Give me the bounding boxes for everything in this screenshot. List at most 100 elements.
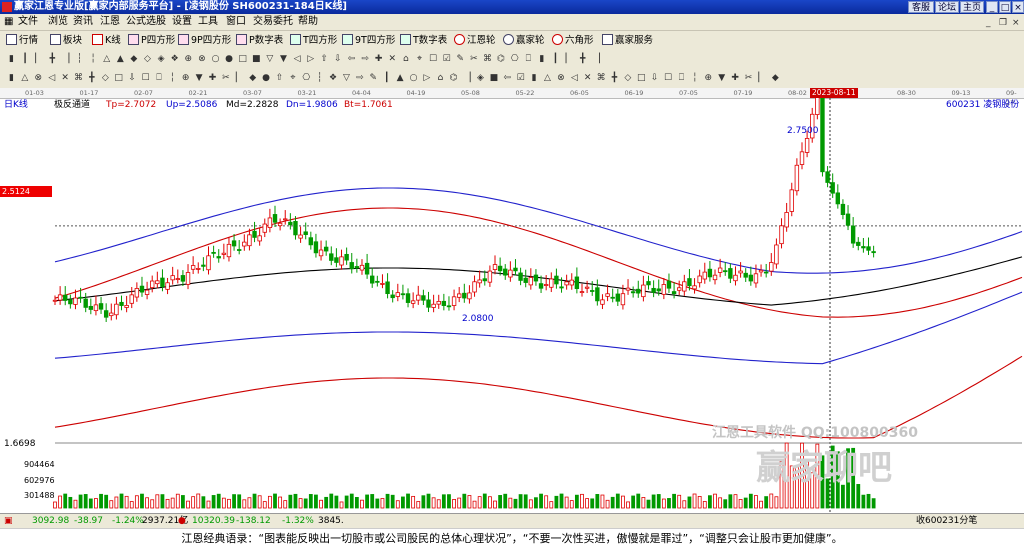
menu-settings[interactable]: 设置 [172, 15, 192, 29]
analysis-tool-icon[interactable]: ⊕ [180, 73, 191, 84]
draw-tool-icon[interactable]: ▼ [278, 54, 289, 65]
analysis-tool-icon[interactable]: ☐ [140, 73, 151, 84]
analysis-tool-icon[interactable]: ⎔ [301, 73, 312, 84]
analysis-tool-icon[interactable]: ○ [408, 73, 419, 84]
analysis-tool-icon[interactable]: ◆ [247, 73, 258, 84]
analysis-tool-icon[interactable]: ☑ [515, 73, 526, 84]
menu-trade[interactable]: 交易委托 [253, 15, 293, 29]
analysis-tool-icon[interactable]: ⌘ [596, 73, 607, 84]
analysis-tool-icon[interactable]: ✚ [207, 73, 218, 84]
analysis-tool-icon[interactable]: ✕ [582, 73, 593, 84]
menu-gann[interactable]: 江恩 [100, 15, 120, 29]
draw-tool-icon[interactable]: ▷ [305, 54, 316, 65]
analysis-tool-icon[interactable]: ◇ [622, 73, 633, 84]
draw-tool-icon[interactable]: ■ [251, 54, 262, 65]
close-icon[interactable]: × [1012, 1, 1024, 13]
analysis-tool-icon[interactable]: ✕ [60, 73, 71, 84]
draw-tool-icon[interactable]: ▕ [591, 54, 602, 65]
analysis-tool-icon[interactable]: ▽ [341, 73, 352, 84]
draw-tool-icon[interactable]: ⇦ [346, 54, 357, 65]
analysis-tool-icon[interactable]: ▏ [756, 73, 767, 84]
tick-status[interactable]: 收600231分笔 [916, 514, 977, 529]
draw-tool-icon[interactable]: △ [101, 54, 112, 65]
tool-hexagon[interactable]: 六角形 [552, 33, 594, 49]
analysis-tool-icon[interactable]: ⎕ [153, 73, 164, 84]
maximize-icon[interactable]: □ [999, 1, 1011, 13]
analysis-tool-icon[interactable]: ■ [488, 73, 499, 84]
analysis-tool-icon[interactable]: ● [261, 73, 272, 84]
tool-p-square[interactable]: P四方形 [128, 33, 175, 49]
draw-tool-icon[interactable]: ▏ [33, 54, 44, 65]
analysis-tool-icon[interactable]: ◈ [475, 73, 486, 84]
draw-tool-icon[interactable]: ⌖ [414, 54, 425, 65]
draw-tool-icon[interactable]: ⊕ [183, 54, 194, 65]
draw-tool-icon[interactable]: ╎ [88, 54, 99, 65]
draw-tool-icon[interactable]: ◇ [142, 54, 153, 65]
menu-help[interactable]: 帮助 [298, 15, 318, 29]
analysis-tool-icon[interactable]: ⇦ [502, 73, 513, 84]
analysis-tool-icon[interactable]: □ [636, 73, 647, 84]
draw-tool-icon[interactable]: ⊗ [196, 54, 207, 65]
menu-browse[interactable]: 浏览 [48, 15, 68, 29]
analysis-tool-icon[interactable]: ▕ [462, 73, 473, 84]
analysis-tool-icon[interactable]: △ [19, 73, 30, 84]
draw-tool-icon[interactable]: ⇩ [332, 54, 343, 65]
analysis-tool-icon[interactable]: ▲ [395, 73, 406, 84]
analysis-tool-icon[interactable]: ✂ [220, 73, 231, 84]
tool-t-square[interactable]: T四方形 [290, 33, 337, 49]
analysis-tool-icon[interactable]: ☐ [663, 73, 674, 84]
menu-app-icon[interactable]: ▦ [4, 15, 13, 29]
tool-winner-service[interactable]: 赢家服务 [602, 33, 653, 49]
analysis-tool-icon[interactable]: ❖ [328, 73, 339, 84]
analysis-tool-icon[interactable]: ╎ [689, 73, 700, 84]
analysis-tool-icon[interactable]: ⌬ [448, 73, 459, 84]
analysis-tool-icon[interactable]: ▼ [716, 73, 727, 84]
analysis-tool-icon[interactable]: ⇩ [649, 73, 660, 84]
analysis-tool-icon[interactable]: ⌖ [287, 73, 298, 84]
analysis-tool-icon[interactable]: ▮ [529, 73, 540, 84]
draw-tool-icon[interactable]: ✎ [455, 54, 466, 65]
menu-news[interactable]: 资讯 [73, 15, 93, 29]
draw-tool-icon[interactable]: ▕ [60, 54, 71, 65]
analysis-tool-icon[interactable]: ⇨ [354, 73, 365, 84]
analysis-tool-icon[interactable]: ╎ [167, 73, 178, 84]
analysis-tool-icon[interactable]: ✚ [730, 73, 741, 84]
analysis-tool-icon[interactable]: ╋ [86, 73, 97, 84]
draw-tool-icon[interactable]: ● [224, 54, 235, 65]
mdi-close-icon[interactable]: × [1012, 16, 1020, 30]
analysis-tool-icon[interactable]: □ [113, 73, 124, 84]
analysis-tool-icon[interactable]: ◁ [46, 73, 57, 84]
tool-winner-wheel[interactable]: 赢家轮 [503, 33, 545, 49]
service-button[interactable]: 客服 [908, 1, 934, 13]
draw-tool-icon[interactable]: ┆ [74, 54, 85, 65]
menu-formula[interactable]: 公式选股 [126, 15, 166, 29]
analysis-tool-icon[interactable]: ⊗ [33, 73, 44, 84]
tool-kline[interactable]: K线 [92, 33, 121, 49]
draw-tool-icon[interactable]: ▏ [564, 54, 575, 65]
draw-tool-icon[interactable]: ◈ [156, 54, 167, 65]
menu-file[interactable]: 文件 [18, 15, 38, 29]
menu-tools[interactable]: 工具 [198, 15, 218, 29]
analysis-tool-icon[interactable]: ◇ [100, 73, 111, 84]
draw-tool-icon[interactable]: ⌘ [482, 54, 493, 65]
draw-tool-icon[interactable]: ◆ [128, 54, 139, 65]
analysis-tool-icon[interactable]: ⎕ [676, 73, 687, 84]
draw-tool-icon[interactable]: ✚ [373, 54, 384, 65]
home-button[interactable]: 主页 [960, 1, 984, 13]
menu-window[interactable]: 窗口 [226, 15, 246, 29]
draw-tool-icon[interactable]: ┃ [550, 54, 561, 65]
analysis-tool-icon[interactable]: ┃ [381, 73, 392, 84]
tool-9t-square[interactable]: 9T四方形 [342, 33, 395, 49]
analysis-tool-icon[interactable]: ▼ [194, 73, 205, 84]
tool-p-numbers[interactable]: P数字表 [236, 33, 283, 49]
analysis-tool-icon[interactable]: ⇧ [274, 73, 285, 84]
minimize-icon[interactable]: _ [986, 1, 998, 13]
analysis-tool-icon[interactable]: ╋ [609, 73, 620, 84]
analysis-tool-icon[interactable]: ⌘ [73, 73, 84, 84]
tool-gann-wheel[interactable]: 江恩轮 [454, 33, 496, 49]
draw-tool-icon[interactable]: ⌂ [400, 54, 411, 65]
tool-t-numbers[interactable]: T数字表 [400, 33, 447, 49]
analysis-tool-icon[interactable]: ✂ [743, 73, 754, 84]
analysis-tool-icon[interactable]: △ [542, 73, 553, 84]
tool-sector[interactable]: 板块 [50, 33, 82, 49]
